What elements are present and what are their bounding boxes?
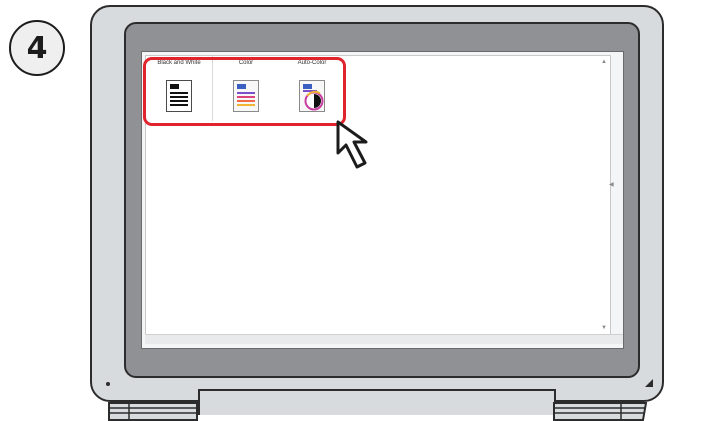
laptop-base-left <box>108 402 198 421</box>
panel-splitter-icon[interactable]: ◀ <box>609 182 614 188</box>
laptop-hinge <box>198 389 556 415</box>
vertical-scrollbar[interactable]: ▲ ▼ <box>598 55 611 335</box>
scroll-down-arrow-icon[interactable]: ▼ <box>601 325 607 331</box>
color-mode-highlight-frame <box>143 57 346 126</box>
window-bottom-edge <box>145 334 623 344</box>
lid-corner-dot-left <box>106 382 110 386</box>
mouse-pointer-icon <box>336 120 368 169</box>
lid-corner-mark-right <box>645 379 653 387</box>
scroll-up-arrow-icon[interactable]: ▲ <box>601 59 607 65</box>
laptop-base-right <box>553 402 648 421</box>
step-number-badge: 4 <box>9 20 65 76</box>
